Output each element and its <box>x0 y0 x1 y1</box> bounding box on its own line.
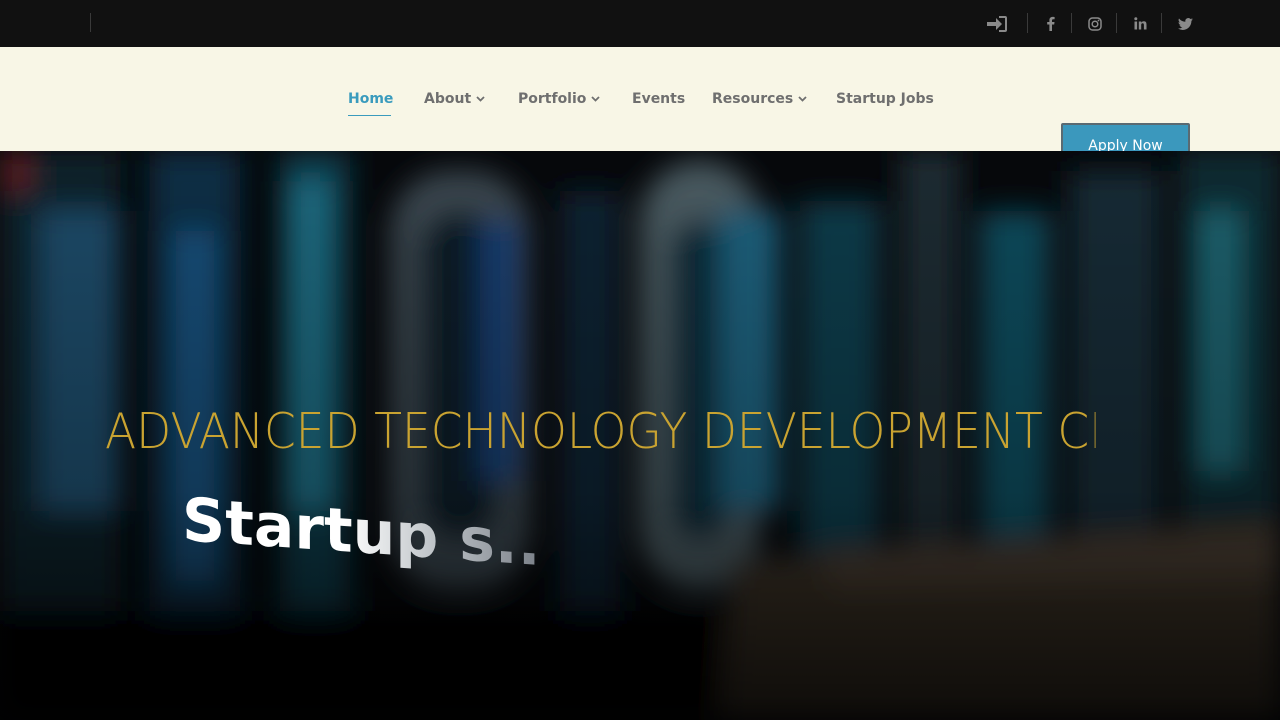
icon-separator <box>1071 13 1072 33</box>
chevron-down-icon <box>591 96 601 102</box>
twitter-icon[interactable] <box>1175 0 1195 47</box>
active-nav-underline <box>348 115 391 116</box>
icon-separator <box>1161 13 1162 33</box>
hero-animated-word: Startup s.. <box>182 485 541 580</box>
hero-animated-text: Startup s.. <box>182 485 541 581</box>
nav-portfolio[interactable]: Portfolio <box>518 47 601 151</box>
nav-portfolio-label: Portfolio <box>518 91 587 107</box>
nav-about[interactable]: About <box>424 47 485 151</box>
icon-separator <box>1116 13 1117 33</box>
nav-startup-jobs[interactable]: Startup Jobs <box>836 47 934 151</box>
linkedin-icon[interactable] <box>1130 0 1150 47</box>
nav-about-label: About <box>424 91 472 107</box>
nav-home[interactable]: Home <box>348 47 393 151</box>
hero-section: ADVANCED TECHNOLOGY DEVELOPMENT CENTE St… <box>0 151 1280 720</box>
nav-home-label: Home <box>348 91 394 107</box>
nav-startup-jobs-label: Startup Jobs <box>836 91 934 107</box>
social-icons <box>0 0 1280 47</box>
top-bar <box>0 0 1280 47</box>
instagram-icon[interactable] <box>1085 0 1105 47</box>
nav-events[interactable]: Events <box>632 47 685 151</box>
nav-events-label: Events <box>632 91 686 107</box>
chevron-down-icon <box>798 96 807 102</box>
facebook-icon[interactable] <box>1040 0 1060 47</box>
nav-resources[interactable]: Resources <box>712 47 807 151</box>
hero-title: ADVANCED TECHNOLOGY DEVELOPMENT CENTE <box>105 403 1095 460</box>
chevron-down-icon <box>476 96 485 102</box>
sign-in-icon[interactable] <box>985 0 1009 47</box>
nav-resources-label: Resources <box>712 91 794 107</box>
main-navbar: Home About Portfolio Events Resources St… <box>0 47 1280 169</box>
icon-separator <box>1027 13 1028 33</box>
